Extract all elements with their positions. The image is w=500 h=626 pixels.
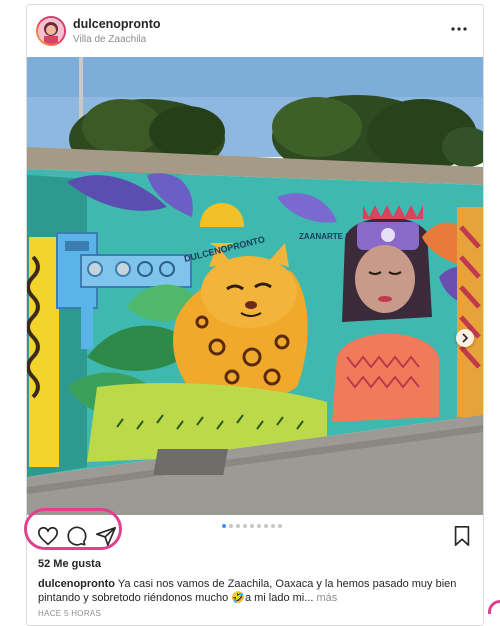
bookmark-icon[interactable] <box>451 525 473 547</box>
more-options-icon[interactable] <box>449 19 469 39</box>
annotation-mark <box>488 600 500 614</box>
avatar-image <box>38 18 64 44</box>
next-arrow-icon <box>462 333 469 343</box>
next-photo-button[interactable] <box>456 329 474 347</box>
carousel-dot <box>229 524 233 528</box>
mural-photo-image: DULCENOPRONTO ZAANARTE 2022 <box>27 57 483 515</box>
carousel-dot <box>222 524 226 528</box>
action-highlight-circle <box>24 508 122 550</box>
carousel-dot <box>236 524 240 528</box>
carousel-dot <box>271 524 275 528</box>
carousel-dot <box>257 524 261 528</box>
caption-more-link[interactable]: más <box>313 592 337 604</box>
carousel-dot <box>250 524 254 528</box>
likes-count[interactable]: 52 Me gusta <box>38 558 101 570</box>
carousel-dot <box>278 524 282 528</box>
post-header: dulcenopronto Villa de Zaachila <box>27 5 483 57</box>
post-caption: dulcenopronto Ya casi nos vamos de Zaach… <box>38 577 468 605</box>
post-photo[interactable]: DULCENOPRONTO ZAANARTE 2022 <box>27 57 483 515</box>
carousel-dot <box>243 524 247 528</box>
carousel-dot <box>264 524 268 528</box>
avatar[interactable] <box>36 16 66 46</box>
post-username[interactable]: dulcenopronto <box>73 17 161 31</box>
caption-username[interactable]: dulcenopronto <box>38 578 115 590</box>
post-location[interactable]: Villa de Zaachila <box>73 34 146 45</box>
